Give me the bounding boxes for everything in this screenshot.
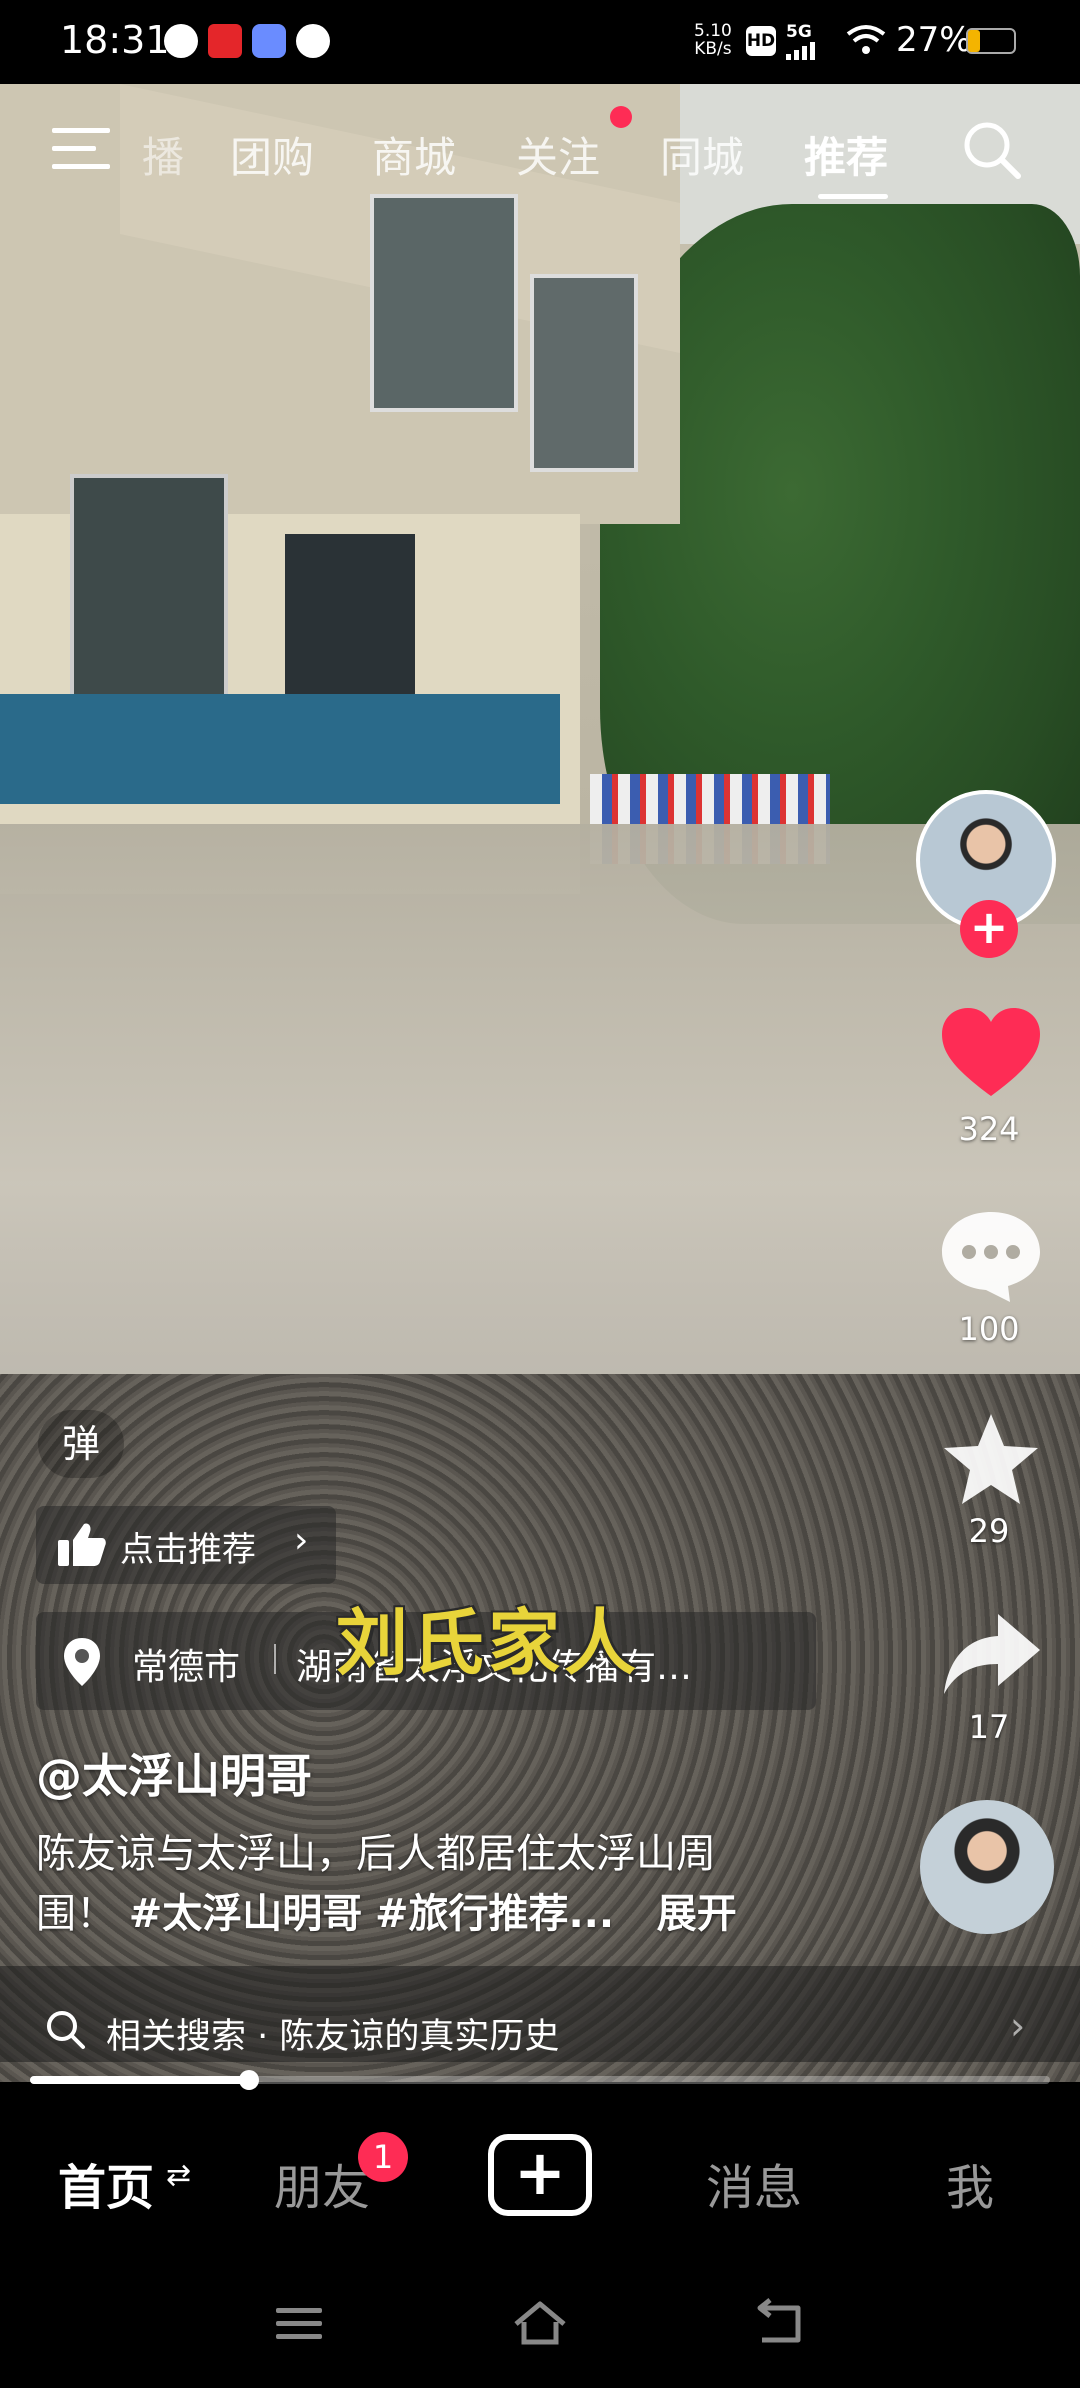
danmu-button[interactable]: 弹 bbox=[38, 1410, 124, 1478]
tab-group-buy[interactable]: 团购 bbox=[230, 124, 314, 185]
recommend-label: 点击推荐 bbox=[120, 1530, 256, 1570]
video-progress-handle[interactable] bbox=[239, 2070, 260, 2090]
tab-nearby[interactable]: 同城 bbox=[660, 124, 744, 185]
video-scene-window bbox=[530, 274, 638, 472]
app-notification-icon bbox=[208, 24, 242, 58]
video-scene-window bbox=[370, 194, 518, 412]
battery-icon bbox=[966, 28, 1016, 54]
video-scene-house-base bbox=[0, 694, 560, 804]
active-tab-indicator bbox=[818, 194, 888, 199]
share-arrow-icon[interactable] bbox=[936, 1606, 1046, 1706]
friends-badge: 1 bbox=[358, 2132, 408, 2182]
share-count: 17 bbox=[968, 1708, 1010, 1746]
tab-me[interactable]: 我 bbox=[946, 2148, 994, 2218]
comment-icon[interactable] bbox=[936, 1206, 1046, 1306]
video-scene-window bbox=[70, 474, 228, 712]
favorite-count: 29 bbox=[968, 1512, 1010, 1550]
hashtag-link[interactable]: #太浮山明哥 bbox=[129, 1891, 363, 1937]
tab-partial[interactable]: 播 bbox=[142, 124, 184, 185]
menu-icon[interactable] bbox=[52, 126, 112, 172]
network-speed-value: 5.10 bbox=[694, 21, 732, 41]
caption-line-2-prefix: 围！ bbox=[36, 1891, 116, 1937]
status-time: 18:31 bbox=[60, 18, 170, 62]
following-notification-dot bbox=[610, 106, 632, 128]
tab-messages[interactable]: 消息 bbox=[706, 2148, 802, 2218]
speed-app-icon bbox=[164, 24, 198, 58]
chevron-right-icon: › bbox=[294, 1520, 309, 1561]
video-caption: 陈友谅与太浮山，后人都居住太浮山周 围！ #太浮山明哥 #旅行推荐... 展开 bbox=[36, 1824, 836, 1944]
network-speed: 5.10 KB/s bbox=[694, 22, 732, 58]
hd-badge: HD bbox=[746, 26, 776, 56]
signal-5g-icon: 5G bbox=[786, 22, 820, 60]
author-name[interactable]: @太浮山明哥 bbox=[36, 1740, 312, 1806]
battery-percent: 27% bbox=[896, 20, 972, 60]
hashtag-link[interactable]: #旅行推荐... bbox=[375, 1891, 614, 1937]
app-notification-icon-2 bbox=[252, 24, 286, 58]
thumbs-up-icon bbox=[58, 1523, 106, 1566]
back-icon[interactable] bbox=[752, 2298, 808, 2348]
location-city: 常德市 bbox=[132, 1647, 241, 1688]
tab-following[interactable]: 关注 bbox=[516, 124, 600, 185]
tab-mall[interactable]: 商城 bbox=[372, 124, 456, 185]
network-speed-unit: KB/s bbox=[694, 39, 732, 59]
home-icon[interactable] bbox=[512, 2298, 568, 2348]
swap-feed-icon[interactable]: ⇄ bbox=[166, 2158, 191, 2193]
signal-bars-icon bbox=[786, 42, 815, 60]
search-icon bbox=[47, 2011, 85, 2049]
follow-button[interactable]: + bbox=[960, 900, 1018, 958]
wifi-icon bbox=[846, 25, 886, 54]
tab-home[interactable]: 首页 bbox=[58, 2148, 154, 2218]
network-type-label: 5G bbox=[786, 22, 812, 42]
battery-level bbox=[968, 30, 981, 52]
chat-bubble-icon bbox=[296, 24, 330, 58]
star-icon[interactable] bbox=[936, 1410, 1046, 1510]
plus-icon: + bbox=[514, 2136, 566, 2209]
caption-line-1: 陈友谅与太浮山，后人都居住太浮山周 bbox=[36, 1831, 716, 1877]
recent-apps-icon[interactable] bbox=[272, 2298, 328, 2348]
related-search-label: 相关搜索 · 陈友谅的真实历史 bbox=[106, 2017, 560, 2057]
tab-friends[interactable]: 朋友 bbox=[274, 2148, 370, 2218]
music-disc-avatar[interactable] bbox=[920, 1800, 1054, 1934]
location-pin-icon bbox=[64, 1638, 100, 1686]
location-divider bbox=[274, 1644, 276, 1674]
search-icon[interactable] bbox=[960, 118, 1024, 182]
chevron-right-icon: › bbox=[1010, 2004, 1026, 2048]
caption-line-2: 围！ #太浮山明哥 #旅行推荐... 展开 bbox=[36, 1884, 836, 1944]
video-progress-fill bbox=[30, 2076, 250, 2084]
video-subtitle: 刘氏家人 bbox=[336, 1601, 641, 1685]
like-count: 324 bbox=[958, 1110, 1020, 1148]
expand-caption-button[interactable]: 展开 bbox=[657, 1891, 737, 1937]
comment-count: 100 bbox=[958, 1310, 1020, 1348]
tab-recommended[interactable]: 推荐 bbox=[804, 124, 888, 185]
heart-icon[interactable] bbox=[936, 1004, 1046, 1104]
